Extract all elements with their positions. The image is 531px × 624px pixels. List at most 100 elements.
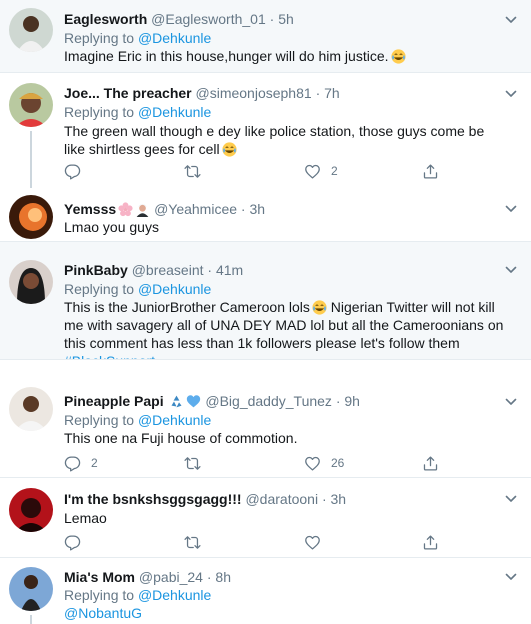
like-button[interactable]: 2 — [304, 162, 338, 180]
timestamp[interactable]: 3h — [249, 201, 265, 217]
share-button[interactable] — [422, 454, 439, 472]
chevron-down-icon[interactable] — [505, 493, 517, 505]
separator-dot: · — [321, 491, 327, 507]
chevron-down-icon[interactable] — [505, 571, 517, 583]
avatar[interactable] — [9, 8, 53, 52]
reply-mention-link[interactable]: @Dehkunle — [138, 412, 211, 428]
share-icon — [422, 163, 439, 180]
user-handle[interactable]: @simeonjoseph81 — [196, 85, 312, 101]
display-name[interactable]: I'm the bsnkshsggsgagg!!! — [64, 491, 242, 507]
share-button[interactable] — [422, 533, 439, 551]
tweet-text-content: This one na Fuji house of commotion. — [64, 430, 298, 446]
replying-to: Replying to @Dehkunle — [64, 586, 211, 604]
tweet-text-content: Lemao — [64, 510, 107, 526]
tweet-text-content: Lmao you guys — [64, 219, 159, 235]
tweet-text: Imagine Eric in this house,hunger will d… — [64, 47, 504, 65]
user-handle[interactable]: @Eaglesworth_01 — [151, 11, 266, 27]
reply-button[interactable] — [64, 162, 91, 180]
timestamp[interactable]: 41m — [216, 262, 243, 278]
tweet-text: Lmao you guys — [64, 218, 504, 236]
tweet-yemsss[interactable]: Yemsss @Yeahmicee · 3h Lmao you guys — [0, 188, 531, 241]
tweet-text-content: Imagine Eric in this house,hunger will d… — [64, 48, 389, 64]
tweet-actions: 2 26 — [64, 454, 484, 472]
reply-button[interactable] — [64, 533, 91, 551]
tweet-text: Lemao — [64, 509, 504, 527]
separator-dot: · — [207, 262, 213, 278]
separator-dot: · — [240, 201, 246, 217]
avatar[interactable] — [9, 83, 53, 127]
reply-mention-link[interactable]: @Dehkunle — [138, 281, 211, 297]
display-name[interactable]: Eaglesworth — [64, 11, 147, 27]
tweet-header: I'm the bsnkshsggsgagg!!! @daratooni · 3… — [64, 490, 503, 508]
like-button[interactable]: 26 — [304, 454, 344, 472]
chevron-down-icon[interactable] — [505, 203, 517, 215]
avatar[interactable] — [9, 567, 53, 611]
face-with-tears-of-joy-emoji — [222, 142, 237, 157]
chevron-down-icon[interactable] — [505, 264, 517, 276]
share-icon — [422, 534, 439, 551]
retweet-icon — [184, 163, 201, 180]
tweet-pineapple-papi[interactable]: Pineapple Papi @Big_daddy_Tunez · 9h Rep… — [0, 360, 531, 477]
avatar[interactable] — [9, 260, 53, 304]
tweet-eaglesworth[interactable]: Eaglesworth @Eaglesworth_01 · 5h Replyin… — [0, 0, 531, 72]
display-name[interactable]: Mia's Mom — [64, 569, 135, 585]
reply-icon — [64, 534, 81, 551]
replying-to: Replying to @Dehkunle — [64, 411, 211, 429]
retweet-button[interactable] — [184, 454, 211, 472]
timestamp[interactable]: 9h — [344, 393, 360, 409]
separator-dot: · — [269, 11, 275, 27]
separator-dot: · — [206, 569, 212, 585]
like-button[interactable] — [304, 533, 331, 551]
reply-mention-link[interactable]: @Dehkunle — [138, 30, 211, 46]
separator-dot: · — [335, 393, 341, 409]
avatar[interactable] — [9, 387, 53, 431]
tweet-text: This one na Fuji house of commotion. — [64, 429, 504, 447]
chevron-down-icon[interactable] — [505, 396, 517, 408]
avatar[interactable] — [9, 488, 53, 532]
user-handle[interactable]: @breaseint — [132, 262, 204, 278]
reply-mention-link[interactable]: @Dehkunle — [138, 104, 211, 120]
tweet-text-content: The green wall though e dey like police … — [64, 123, 485, 157]
reply-button[interactable]: 2 — [64, 454, 98, 472]
display-name[interactable]: PinkBaby — [64, 262, 128, 278]
timestamp[interactable]: 5h — [278, 11, 294, 27]
tweet-header: Eaglesworth @Eaglesworth_01 · 5h — [64, 10, 503, 28]
chevron-down-icon[interactable] — [505, 14, 517, 26]
timestamp[interactable]: 7h — [324, 85, 340, 101]
reply-icon — [64, 163, 81, 180]
tweet-header: Mia's Mom @pabi_24 · 8h — [64, 568, 503, 586]
tweet-text-part1: This is the JuniorBrother Cameroon lols — [64, 299, 310, 315]
share-button[interactable] — [422, 162, 439, 180]
chevron-down-icon[interactable] — [505, 88, 517, 100]
tweet-actions: 2 — [64, 162, 484, 180]
user-handle[interactable]: @Big_daddy_Tunez — [205, 393, 332, 409]
display-name[interactable]: Joe... The preacher — [64, 85, 192, 101]
tweet-mias-mom[interactable]: Mia's Mom @pabi_24 · 8h Replying to @Deh… — [0, 558, 531, 624]
blue-heart-emoji — [186, 394, 201, 409]
user-handle[interactable]: @daratooni — [245, 491, 318, 507]
reply-icon — [64, 455, 81, 472]
display-name[interactable]: Yemsss — [64, 201, 116, 217]
cherry-blossom-emoji — [118, 202, 133, 217]
timestamp[interactable]: 8h — [215, 569, 231, 585]
display-name[interactable]: Pineapple Papi — [64, 393, 164, 409]
reply-mention-link[interactable]: @Dehkunle — [138, 587, 211, 603]
tweet-daratooni[interactable]: I'm the bsnkshsggsgagg!!! @daratooni · 3… — [0, 478, 531, 557]
replying-to-label: Replying to — [64, 587, 135, 603]
user-handle[interactable]: @pabi_24 — [139, 569, 203, 585]
retweet-button[interactable] — [184, 533, 211, 551]
reply-count: 2 — [91, 456, 98, 470]
user-handle[interactable]: @Yeahmicee — [154, 201, 237, 217]
mention-link[interactable]: @NobantuG — [64, 605, 142, 621]
heart-icon — [304, 455, 321, 472]
tweet-joe-the-preacher[interactable]: Joe... The preacher @simeonjoseph81 · 7h… — [0, 73, 531, 188]
tweet-header: Joe... The preacher @simeonjoseph81 · 7h — [64, 84, 503, 102]
replying-to-label: Replying to — [64, 104, 135, 120]
tweet-pinkbaby[interactable]: PinkBaby @breaseint · 41m Replying to @D… — [0, 242, 531, 369]
heart-icon — [304, 163, 321, 180]
avatar[interactable] — [9, 195, 53, 239]
retweet-button[interactable] — [184, 162, 211, 180]
replying-to: Replying to @Dehkunle — [64, 103, 211, 121]
tweet-header: Pineapple Papi @Big_daddy_Tunez · 9h — [64, 392, 503, 410]
timestamp[interactable]: 3h — [331, 491, 347, 507]
